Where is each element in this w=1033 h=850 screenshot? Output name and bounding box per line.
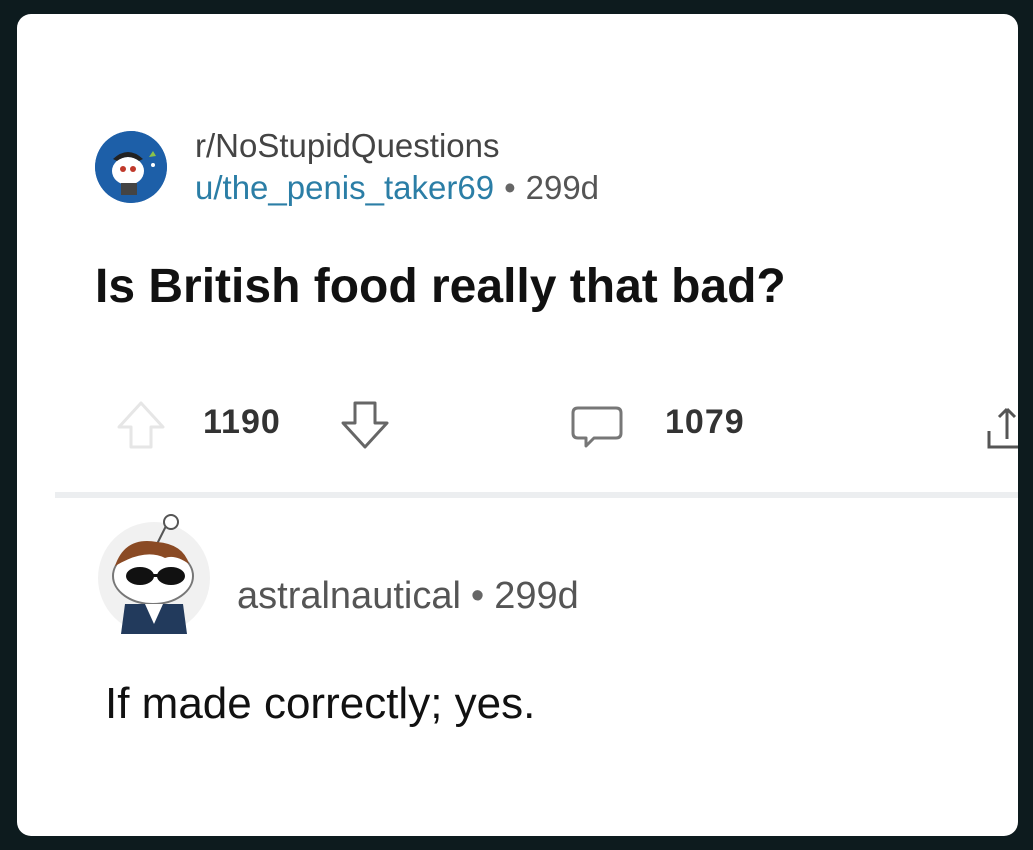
comment-meta-separator: • xyxy=(470,574,485,617)
subreddit-avatar-icon[interactable] xyxy=(95,131,167,203)
vote-score: 1190 xyxy=(203,403,281,441)
section-divider xyxy=(55,492,1018,498)
comment-author-link[interactable]: astralnautical xyxy=(237,575,461,617)
post-card: r/NoStupidQuestions u/the_penis_taker69 •… xyxy=(17,14,1018,836)
comment-header: astralnautical • 299d xyxy=(95,514,579,634)
post-meta: r/NoStupidQuestions u/the_penis_taker69 •… xyxy=(195,126,599,208)
post-title[interactable]: Is British food really that bad? xyxy=(95,259,786,314)
comment-body: If made correctly; yes. xyxy=(105,679,536,728)
share-icon[interactable] xyxy=(985,403,1018,451)
post-age: 299d xyxy=(525,169,600,206)
subreddit-link[interactable]: r/NoStupidQuestions xyxy=(195,126,599,166)
arrow-down-icon[interactable] xyxy=(339,399,391,451)
arrow-up-icon[interactable] xyxy=(115,399,167,451)
comment-meta: astralnautical • 299d xyxy=(237,575,579,618)
post-actions: 1190 1079 xyxy=(17,399,1018,449)
post-header: r/NoStupidQuestions u/the_penis_taker69 •… xyxy=(95,126,599,208)
author-line: u/the_penis_taker69 • 299d xyxy=(195,168,599,208)
comment-age: 299d xyxy=(494,574,579,617)
post-author-link[interactable]: u/the_penis_taker69 xyxy=(195,169,494,206)
comments-count[interactable]: 1079 xyxy=(665,403,745,442)
meta-separator: • xyxy=(504,169,516,206)
snoo-sunglasses-avatar[interactable] xyxy=(95,514,213,634)
speech-bubble-icon[interactable] xyxy=(570,405,624,449)
